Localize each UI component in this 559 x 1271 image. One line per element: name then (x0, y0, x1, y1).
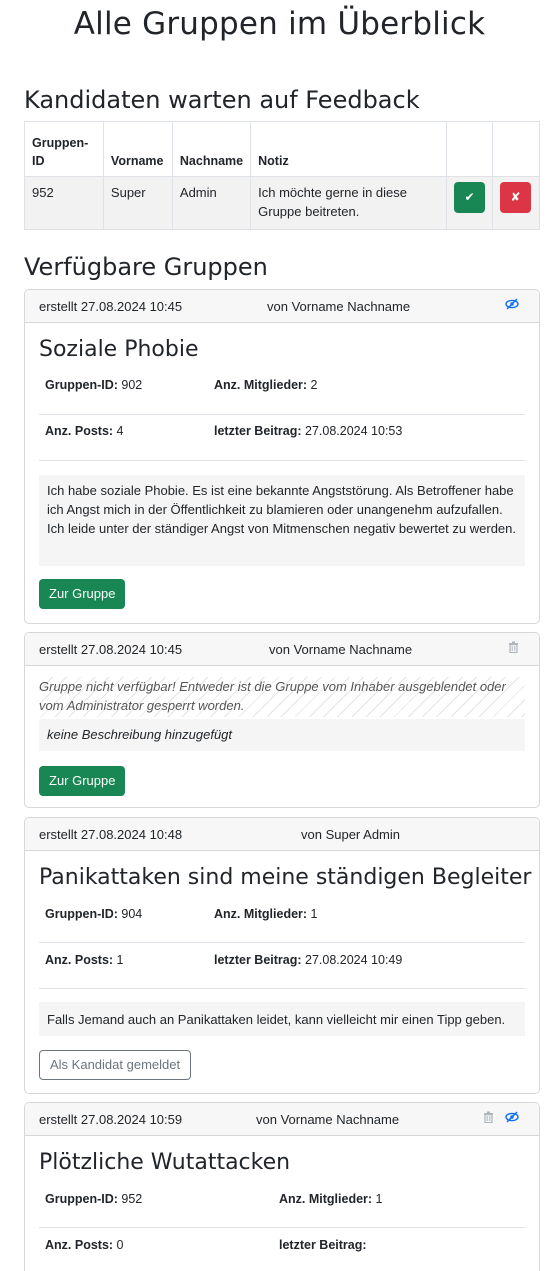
col-reject (491, 121, 541, 177)
col-accept (445, 121, 493, 177)
posts-value: 4 (116, 424, 124, 438)
group-card: erstellt 27.08.2024 10:59 von Vorname Na… (24, 1102, 540, 1271)
post-count: Anz. Posts: 4 (45, 424, 124, 438)
reject-button[interactable]: ✘ (499, 182, 531, 213)
last-post: letzter Beitrag: 27.08.2024 10:53 (214, 424, 402, 438)
col-firstname: Vorname (102, 121, 173, 177)
candidates-heading: Kandidaten warten auf Feedback (24, 86, 420, 114)
group-id: Gruppen-ID: 952 (45, 1192, 142, 1206)
group-title: Plötzliche Wutattacken (39, 1150, 291, 1175)
group-card: erstellt 27.08.2024 10:45 von Vorname Na… (24, 289, 540, 624)
trash-icon[interactable] (483, 1111, 494, 1126)
cell-group-id: 952 (24, 176, 104, 230)
group-id: Gruppen-ID: 904 (45, 907, 142, 921)
col-group-id: Gruppen-ID (24, 121, 104, 177)
last-post-value: 27.08.2024 10:49 (305, 953, 403, 967)
unavailable-notice: Gruppe nicht verfügbar! Entweder ist die… (39, 677, 525, 717)
posts-value: 0 (116, 1238, 124, 1252)
members-value: 1 (310, 907, 318, 921)
divider (39, 1227, 525, 1228)
divider (39, 460, 525, 461)
posts-label: Anz. Posts: (45, 424, 114, 438)
page-title: Alle Gruppen im Überblick (73, 6, 486, 42)
posts-value: 1 (116, 953, 124, 967)
posts-label: Anz. Posts: (45, 1238, 114, 1252)
created-date: erstellt 27.08.2024 10:59 (39, 1112, 183, 1127)
card-header: erstellt 27.08.2024 10:48 von Super Admi… (25, 818, 539, 851)
col-lastname: Nachname (171, 121, 252, 177)
group-description: Ich habe soziale Phobie. Es ist eine bek… (39, 475, 525, 566)
group-id: Gruppen-ID: 902 (45, 378, 142, 392)
group-card: erstellt 27.08.2024 10:45 von Vorname Na… (24, 632, 540, 808)
author: von Vorname Nachname (269, 642, 413, 657)
eye-slash-icon[interactable] (505, 1111, 519, 1126)
group-id-label: Gruppen-ID: (45, 1192, 118, 1206)
post-count: Anz. Posts: 0 (45, 1238, 124, 1252)
table-row: 952 Super Admin Ich möchte gerne in dies… (24, 176, 541, 230)
card-header: erstellt 27.08.2024 10:45 von Vorname Na… (25, 290, 539, 323)
created-date: erstellt 27.08.2024 10:48 (39, 827, 183, 842)
group-id-label: Gruppen-ID: (45, 907, 118, 921)
members-label: Anz. Mitglieder: (279, 1192, 373, 1206)
members-label: Anz. Mitglieder: (214, 907, 308, 921)
group-id-value: 902 (121, 378, 143, 392)
group-description: keine Beschreibung hinzugefügt (39, 719, 525, 751)
posts-label: Anz. Posts: (45, 953, 114, 967)
cell-reject: ✘ (491, 176, 541, 230)
table-header-row: Gruppen-ID Vorname Nachname Notiz (24, 121, 541, 177)
members-value: 1 (375, 1192, 383, 1206)
cell-lastname: Admin (171, 176, 252, 230)
cell-firstname: Super (102, 176, 173, 230)
member-count: Anz. Mitglieder: 2 (214, 378, 318, 392)
cross-icon: ✘ (510, 190, 521, 204)
accept-button[interactable]: ✔ (453, 182, 485, 213)
trash-icon[interactable] (508, 641, 519, 656)
group-id-value: 952 (121, 1192, 143, 1206)
eye-slash-icon[interactable] (505, 298, 519, 313)
group-title: Soziale Phobie (39, 337, 199, 362)
group-description: Falls Jemand auch an Panikattaken leidet… (39, 1002, 525, 1036)
go-to-group-button[interactable]: Zur Gruppe (39, 766, 126, 796)
group-id-label: Gruppen-ID: (45, 378, 118, 392)
divider (39, 942, 525, 943)
last-post: letzter Beitrag: 27.08.2024 10:49 (214, 953, 402, 967)
candidate-reported-button[interactable]: Als Kandidat gemeldet (39, 1050, 192, 1080)
members-label: Anz. Mitglieder: (214, 378, 308, 392)
cell-note: Ich möchte gerne in diese Gruppe beitret… (250, 176, 447, 230)
available-heading: Verfügbare Gruppen (24, 253, 268, 281)
author: von Vorname Nachname (256, 1112, 400, 1127)
member-count: Anz. Mitglieder: 1 (279, 1192, 383, 1206)
card-header: erstellt 27.08.2024 10:59 von Vorname Na… (25, 1103, 539, 1136)
divider (39, 988, 525, 989)
go-to-group-button[interactable]: Zur Gruppe (39, 579, 126, 609)
created-date: erstellt 27.08.2024 10:45 (39, 642, 183, 657)
group-title: Panikattaken sind meine ständigen Beglei… (39, 865, 532, 890)
members-value: 2 (310, 378, 318, 392)
last-post-label: letzter Beitrag: (214, 953, 302, 967)
last-post-label: letzter Beitrag: (214, 424, 302, 438)
cell-accept: ✔ (445, 176, 493, 230)
author: von Super Admin (301, 827, 401, 842)
check-icon: ✔ (464, 190, 475, 204)
group-id-value: 904 (121, 907, 143, 921)
col-note: Notiz (250, 121, 447, 177)
member-count: Anz. Mitglieder: 1 (214, 907, 318, 921)
group-card: erstellt 27.08.2024 10:48 von Super Admi… (24, 817, 540, 1094)
last-post: letzter Beitrag: (279, 1238, 367, 1252)
card-header: erstellt 27.08.2024 10:45 von Vorname Na… (25, 633, 539, 666)
candidates-table: Gruppen-ID Vorname Nachname Notiz 952 Su… (24, 121, 541, 230)
divider (39, 414, 525, 415)
created-date: erstellt 27.08.2024 10:45 (39, 299, 183, 314)
last-post-value: 27.08.2024 10:53 (305, 424, 403, 438)
last-post-label: letzter Beitrag: (279, 1238, 367, 1252)
author: von Vorname Nachname (267, 299, 411, 314)
post-count: Anz. Posts: 1 (45, 953, 124, 967)
